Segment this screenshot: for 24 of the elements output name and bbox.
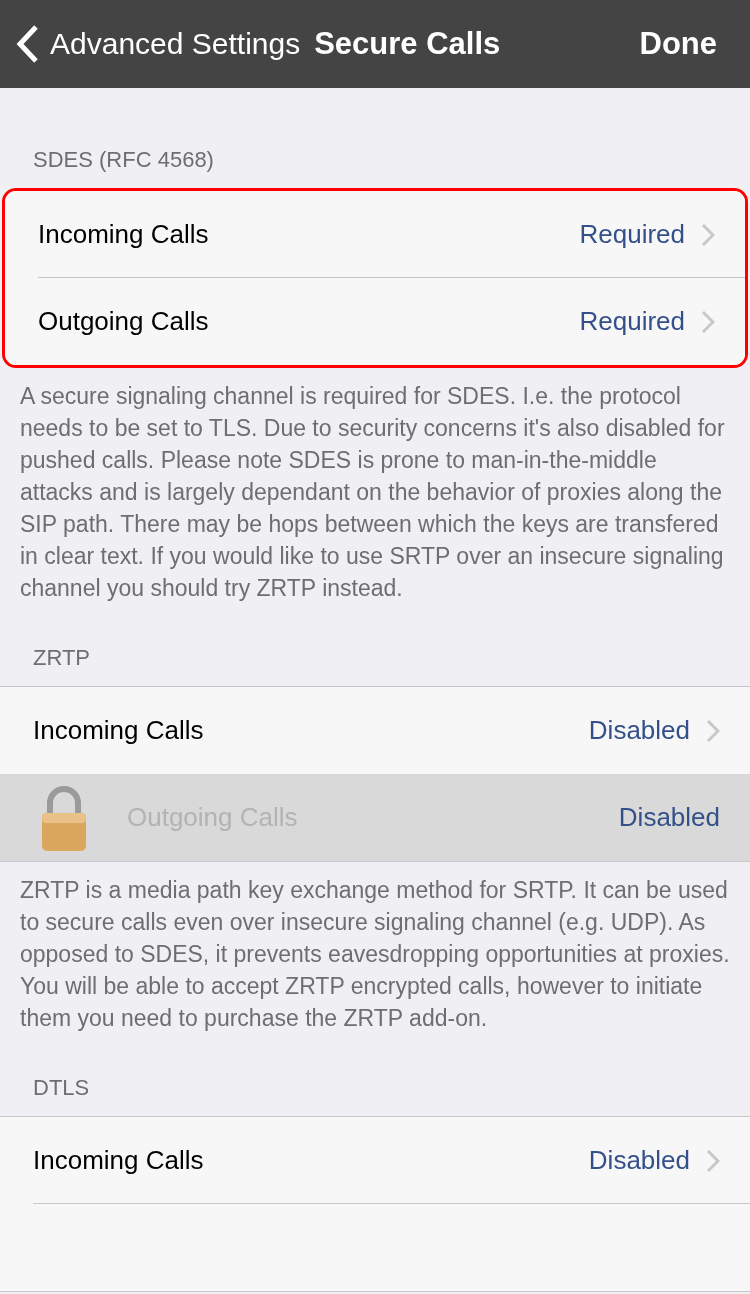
row-label: Incoming Calls bbox=[33, 715, 205, 746]
chevron-icon bbox=[701, 309, 715, 334]
section-header: DTLS bbox=[32, 1074, 91, 1102]
row-value: Disabled bbox=[618, 802, 720, 833]
chevron-icon bbox=[706, 718, 720, 743]
done-button[interactable]: Done bbox=[639, 26, 717, 62]
back-chevron-icon bbox=[16, 24, 40, 64]
row-value: Required bbox=[579, 306, 685, 337]
row-label: Incoming Calls bbox=[33, 1145, 205, 1176]
chevron-icon bbox=[706, 1148, 720, 1173]
settings-row[interactable]: Outgoing Calls Required bbox=[5, 278, 745, 365]
screen-title: Secure Calls bbox=[314, 26, 502, 62]
row-value: Disabled bbox=[588, 1145, 690, 1176]
back-button[interactable]: Advanced Settings bbox=[16, 24, 301, 64]
chevron-icon bbox=[701, 222, 715, 247]
section-footer: ZRTP is a media path key exchange method for SRTP. It can be used to secure calls even over insecure signaling channel (e.g. UDP). As opposed to SDES, it prevents eavesdropping opportunities at proxies. You will be able to accept ZRTP encrypted calls, however to initiate them you need to purchase the ZRTP add-on. bbox=[0, 862, 750, 1034]
section-header: ZRTP bbox=[32, 644, 92, 672]
back-label[interactable]: Advanced Settings bbox=[50, 27, 301, 61]
row-value: Required bbox=[579, 219, 685, 250]
row-value: Disabled bbox=[588, 715, 690, 746]
section-header: SDES (RFC 4568) bbox=[32, 146, 215, 174]
row-label: Outgoing Calls bbox=[38, 306, 210, 337]
row-label: Incoming Calls bbox=[38, 219, 210, 250]
section-footer: A secure signaling channel is required for SDES. I.e. the protocol needs to be set to TLS. Due to security concerns it's also disabled for pushed calls. Please note SDES is prone to man-in-the-middle attacks and is largely dependant on the behavior of proxies along the SIP path. There may be hops between which the keys are transfered in clear text. If you would like to use SRTP over an insecure signaling channel you should try ZRTP instead. bbox=[0, 368, 750, 604]
